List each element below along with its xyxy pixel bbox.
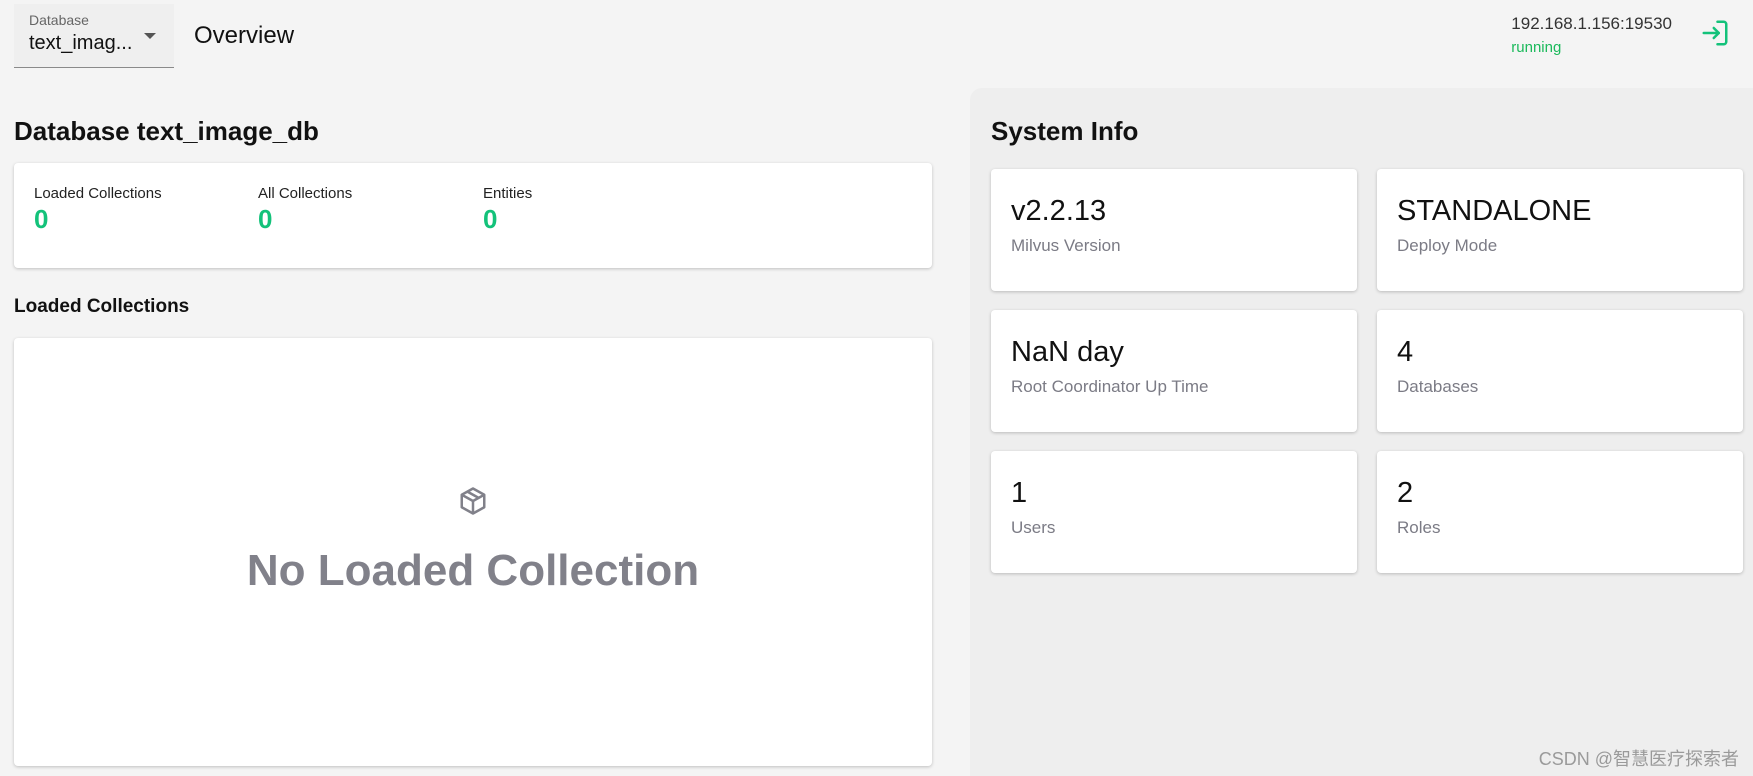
watermark: CSDN @智慧医疗探索者 (1538, 749, 1739, 769)
database-stats-card: Loaded Collections 0 All Collections 0 E… (14, 163, 932, 269)
stat-label: All Collections (258, 185, 353, 203)
box-icon (460, 487, 486, 515)
info-card-uptime: NaN day Root Coordinator Up Time (991, 310, 1357, 432)
chevron-down-icon (144, 33, 156, 39)
stat-value: 0 (258, 204, 273, 235)
overview-page: Database text_imag... Overview 192.168.1… (0, 0, 1753, 776)
stat-label: Loaded Collections (34, 185, 162, 203)
stat-value: 0 (34, 204, 49, 235)
stat-label: Entities (483, 185, 533, 203)
info-card-users: 1 Users (991, 451, 1357, 573)
info-value: 1 (1011, 477, 1028, 509)
info-value: STANDALONE (1397, 195, 1592, 227)
page-title: Overview (194, 22, 295, 49)
info-label: Users (1011, 518, 1056, 537)
stat-entities: Entities 0 (483, 185, 532, 235)
info-card-deploy-mode: STANDALONE Deploy Mode (1377, 169, 1743, 291)
server-status: running (1511, 39, 1562, 56)
database-heading: Database text_image_db (14, 116, 319, 146)
info-label: Deploy Mode (1397, 236, 1498, 255)
info-card-databases: 4 Databases (1377, 310, 1743, 432)
loaded-collections-heading: Loaded Collections (14, 296, 190, 318)
server-info: 192.168.1.156:19530 running (1511, 14, 1672, 56)
stat-loaded-collections: Loaded Collections 0 (34, 185, 162, 235)
system-info-heading: System Info (991, 116, 1139, 146)
info-card-milvus-version: v2.2.13 Milvus Version (991, 169, 1357, 291)
empty-state-message: No Loaded Collection (246, 546, 700, 596)
info-value: 2 (1397, 477, 1414, 509)
info-label: Milvus Version (1011, 236, 1121, 255)
info-value: NaN day (1011, 336, 1124, 368)
info-value: 4 (1397, 336, 1414, 368)
info-label: Roles (1397, 518, 1441, 537)
info-card-roles: 2 Roles (1377, 451, 1743, 573)
info-value: v2.2.13 (1011, 195, 1107, 227)
database-panel: Database text_image_db Loaded Collection… (14, 88, 932, 767)
database-select-label: Database (29, 12, 89, 28)
logout-icon[interactable] (1700, 18, 1730, 48)
server-address: 192.168.1.156:19530 (1511, 14, 1672, 33)
stat-all-collections: All Collections 0 (258, 185, 352, 235)
system-info-panel: System Info v2.2.13 Milvus Version STAND… (970, 88, 1753, 776)
loaded-collections-empty-state: No Loaded Collection (14, 338, 932, 767)
info-label: Databases (1397, 377, 1479, 396)
info-label: Root Coordinator Up Time (1011, 377, 1209, 396)
stat-value: 0 (483, 204, 498, 235)
database-select[interactable]: Database text_imag... (14, 4, 174, 68)
